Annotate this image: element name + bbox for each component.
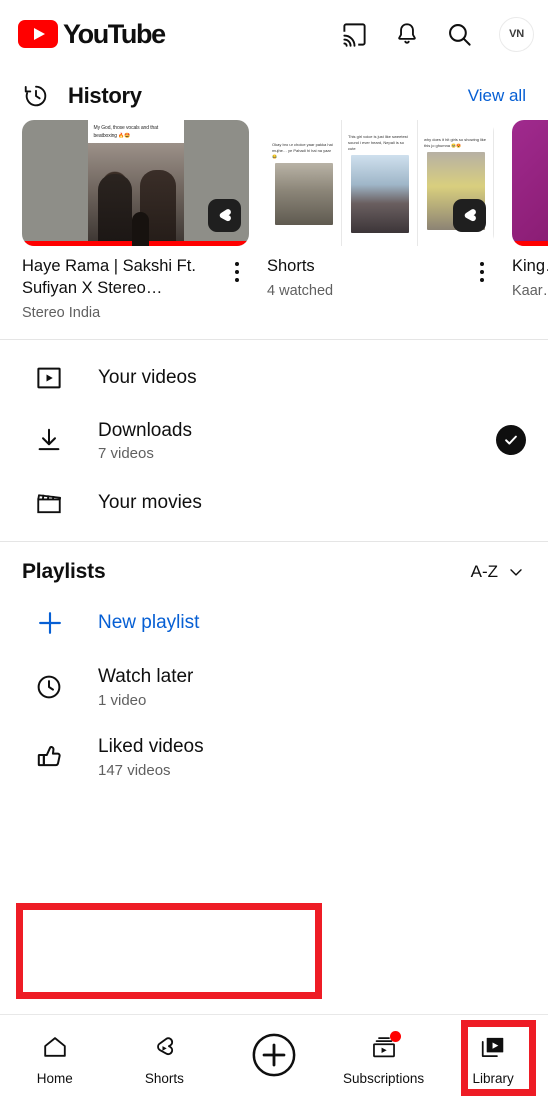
subscriptions-icon (370, 1030, 401, 1064)
annotation-box-liked-videos (16, 903, 322, 999)
card-title: King… है un… (512, 257, 548, 275)
app-header: YouTube VN (0, 0, 548, 68)
youtube-wordmark: YouTube (63, 18, 166, 49)
history-clock-icon (22, 82, 50, 110)
chevron-down-icon (510, 569, 522, 576)
view-all-link[interactable]: View all (468, 86, 526, 106)
history-card[interactable]: King… है un… Kaar… (512, 120, 548, 321)
history-card[interactable]: My God, those vocals and that beatboxing… (22, 120, 249, 321)
microphone-shape (131, 212, 149, 246)
shorts-mini-thumb: This girl voice is just like sweetest so… (343, 120, 418, 246)
shorts-badge-icon (453, 199, 486, 232)
row-trailing (496, 425, 526, 456)
list-item-label: Your videos (98, 366, 197, 388)
history-section-header: History View all (0, 68, 548, 120)
nav-item-create[interactable] (219, 1029, 329, 1088)
shorts-mini-image (275, 162, 333, 225)
card-subtitle: 4 watched (267, 282, 334, 299)
cast-icon[interactable] (341, 21, 368, 48)
history-card[interactable]: Okay bro ur choice yaar pakka hai mujhe…… (267, 120, 494, 321)
your-videos-icon (34, 363, 74, 393)
card-title: Haye Rama | Sakshi Ft. Sufiyan X Stereo… (22, 257, 196, 297)
shorts-badge-icon (208, 199, 241, 232)
more-options-icon[interactable] (470, 256, 494, 299)
avatar[interactable]: VN (499, 16, 534, 52)
list-item-liked-videos[interactable]: Liked videos 147 videos (0, 722, 548, 792)
list-item-label: Downloads (98, 419, 192, 441)
list-item-sublabel: 147 videos (98, 761, 171, 779)
card-title: Shorts (267, 257, 315, 275)
playlists-sort-label: A-Z (470, 562, 498, 582)
video-thumbnail[interactable] (512, 120, 548, 246)
library-list: Your videos Downloads 7 videos Your movi… (0, 340, 548, 542)
card-meta: King… है un… Kaar… (512, 246, 548, 299)
card-meta: Shorts 4 watched (267, 246, 494, 299)
new-playlist-label: New playlist (98, 612, 200, 634)
your-movies-icon (34, 488, 74, 518)
list-item-sublabel: 1 video (98, 692, 147, 710)
check-circle-icon[interactable] (496, 425, 526, 456)
notifications-icon[interactable] (394, 21, 420, 47)
history-carousel[interactable]: My God, those vocals and that beatboxing… (0, 120, 548, 321)
nav-label: Library (472, 1071, 514, 1086)
clock-icon (34, 672, 74, 702)
shorts-mini-caption: why does it hit girls so showing like th… (424, 136, 487, 148)
nav-item-shorts[interactable]: Shorts (110, 1030, 220, 1086)
notification-badge-dot (389, 1031, 401, 1042)
history-title: History (68, 83, 142, 108)
card-meta: Haye Rama | Sakshi Ft. Sufiyan X Stereo…… (22, 246, 249, 321)
list-item-downloads[interactable]: Downloads 7 videos (0, 406, 548, 476)
list-item-label: Your movies (98, 492, 202, 514)
shorts-icon (150, 1030, 178, 1064)
video-thumbnail[interactable]: My God, those vocals and that beatboxing… (22, 120, 249, 246)
downloads-icon (34, 425, 74, 455)
list-item-your-movies[interactable]: Your movies (0, 475, 548, 531)
list-item-sublabel: 7 videos (98, 445, 154, 463)
playlists-title: Playlists (22, 560, 106, 584)
more-options-icon[interactable] (225, 256, 249, 321)
shorts-thumbnail[interactable]: Okay bro ur choice yaar pakka hai mujhe…… (267, 120, 494, 246)
shorts-mini-caption: Okay bro ur choice yaar pakka hai mujhe…… (272, 141, 333, 159)
plus-icon (34, 607, 74, 639)
nav-item-subscriptions[interactable]: Subscriptions (329, 1030, 439, 1086)
card-subtitle: Stereo India (22, 304, 101, 321)
playlists-sort-button[interactable]: A-Z (471, 562, 526, 582)
nav-item-home[interactable]: Home (0, 1030, 110, 1086)
youtube-logo[interactable]: YouTube (18, 18, 166, 50)
library-icon (479, 1030, 507, 1064)
search-icon[interactable] (446, 21, 473, 48)
card-subtitle: Kaar… (512, 282, 548, 299)
nav-item-library[interactable]: Library (438, 1030, 548, 1086)
youtube-play-badge-icon (18, 20, 58, 48)
thumbnail-inner: My God, those vocals and that beatboxing… (87, 120, 184, 246)
playlists-list: New playlist Watch later 1 video Liked v… (0, 590, 548, 802)
nav-label: Shorts (144, 1071, 184, 1086)
list-item-label: Liked videos (98, 736, 204, 758)
home-icon (41, 1030, 69, 1064)
list-item-your-videos[interactable]: Your videos (0, 350, 548, 406)
new-playlist-button[interactable]: New playlist (0, 594, 548, 652)
create-plus-icon (248, 1029, 300, 1081)
nav-label: Subscriptions (343, 1071, 425, 1086)
watch-progress-bar (512, 241, 548, 246)
header-actions: VN (341, 16, 534, 52)
avatar-initials: VN (509, 28, 524, 40)
shorts-mini-thumb: Okay bro ur choice yaar pakka hai mujhe…… (267, 120, 342, 246)
thumbnail-image (87, 143, 184, 246)
shorts-mini-caption: This girl voice is just like sweetest so… (348, 133, 408, 151)
bottom-navigation-bar: Home Shorts Subscriptions Library (0, 1014, 548, 1101)
list-item-label: Watch later (98, 666, 194, 688)
playlists-section-header: Playlists A-Z (0, 542, 548, 590)
nav-label: Home (36, 1071, 73, 1086)
list-item-watch-later[interactable]: Watch later 1 video (0, 652, 548, 722)
thumbs-up-icon (34, 741, 74, 773)
thumbnail-caption: My God, those vocals and that beatboxing… (93, 125, 159, 139)
shorts-mini-image (351, 154, 409, 233)
